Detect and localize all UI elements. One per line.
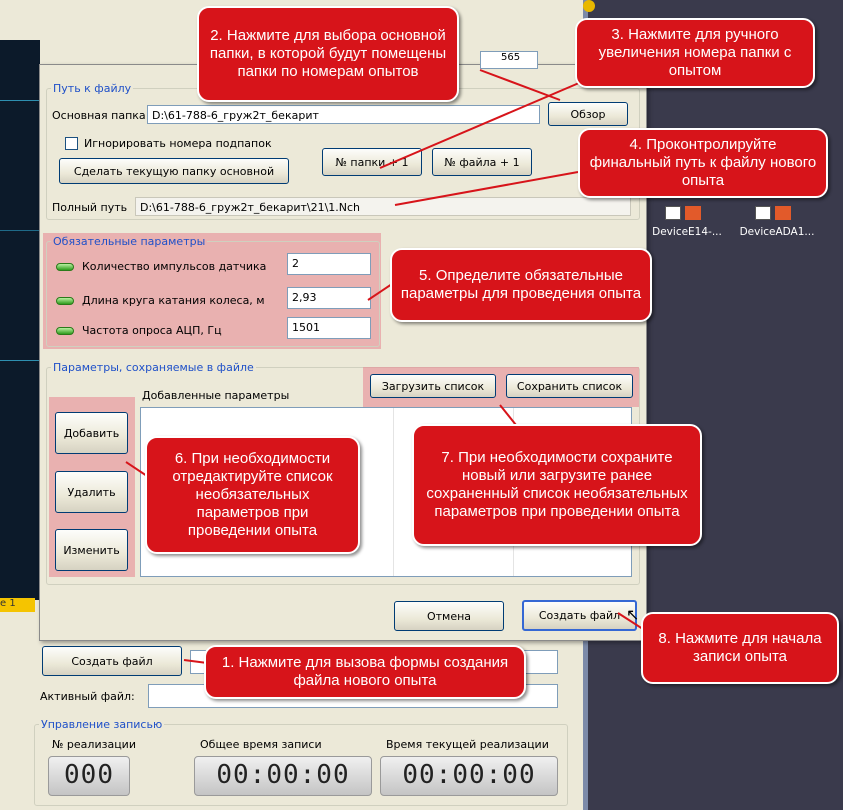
- callout-1: 1. Нажмите для вызова формы создания фай…: [204, 645, 526, 699]
- callout-2: 2. Нажмите для выбора основной папки, в …: [197, 6, 459, 102]
- callout-7: 7. При необходимости сохраните новый или…: [412, 424, 702, 546]
- callout-4: 4. Проконтролируйте финальный путь к фай…: [578, 128, 828, 198]
- callout-5: 5. Определите обязательные параметры для…: [390, 248, 652, 322]
- callout-3: 3. Нажмите для ручного увеличения номера…: [575, 18, 815, 88]
- arrow-4: [394, 171, 579, 206]
- callout-6: 6. При необходимости отредактируйте спис…: [145, 436, 360, 554]
- callout-8: 8. Нажмите для начала записи опыта: [641, 612, 839, 684]
